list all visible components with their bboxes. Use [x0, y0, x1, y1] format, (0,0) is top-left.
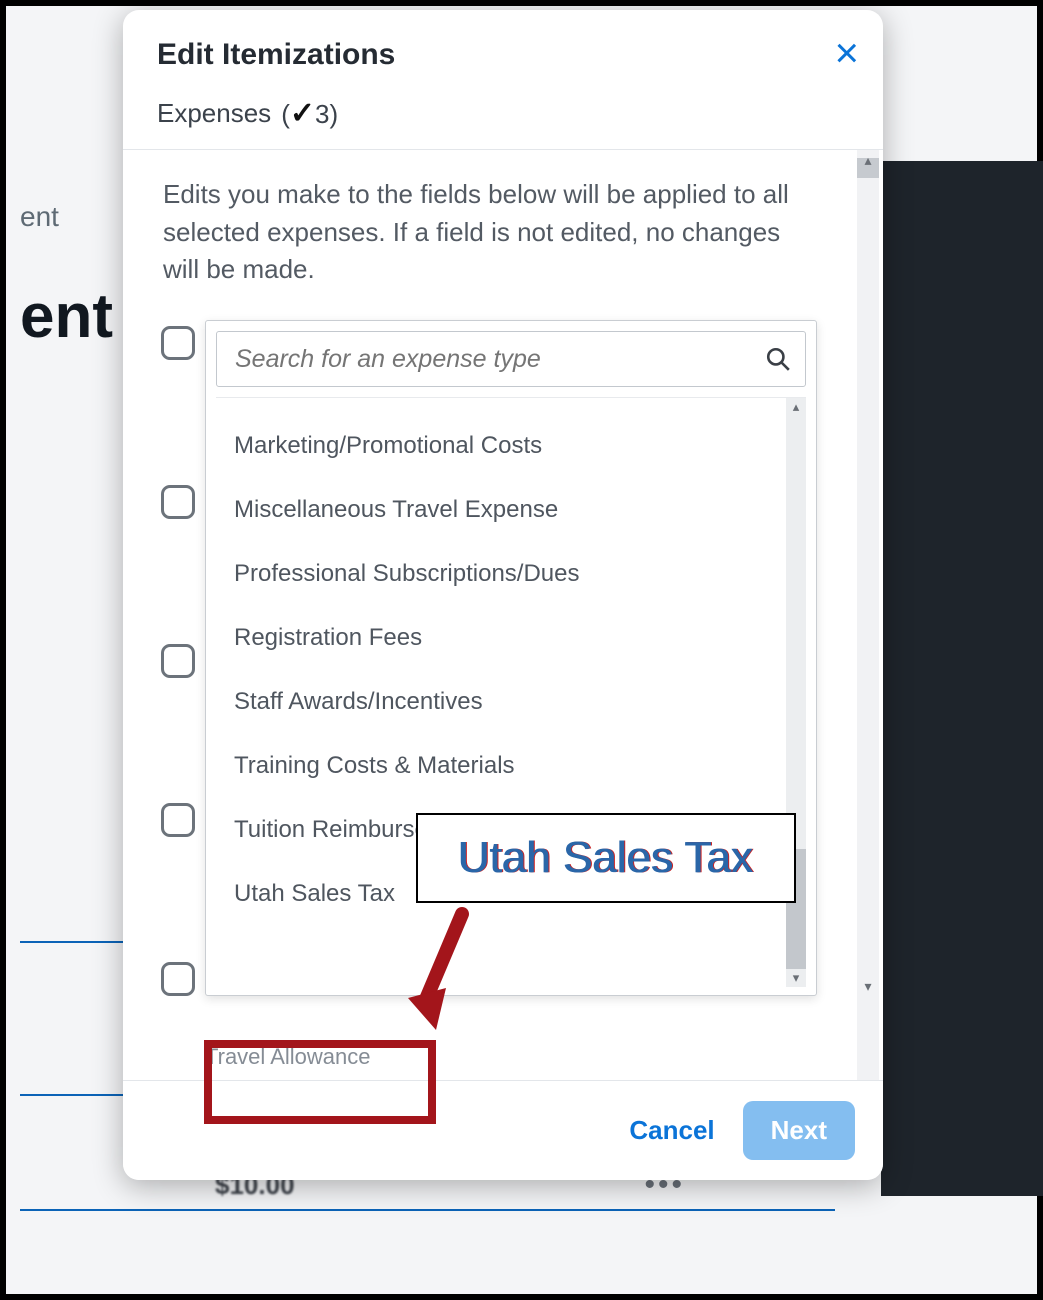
- background-breadcrumb-fragment: ent: [6, 201, 126, 233]
- scroll-up-icon[interactable]: ▴: [788, 399, 804, 415]
- row-checkbox[interactable]: [161, 803, 195, 837]
- cancel-button[interactable]: Cancel: [629, 1115, 714, 1146]
- expenses-tab[interactable]: Expenses (✓3): [123, 84, 883, 149]
- options-list: ▴ ▾ Marketing/Promotional Costs Miscella…: [216, 397, 806, 987]
- search-input[interactable]: [235, 345, 755, 374]
- close-icon[interactable]: ×: [834, 32, 859, 74]
- modal-title: Edit Itemizations: [157, 38, 849, 72]
- row-checkbox[interactable]: [161, 326, 195, 360]
- option-misc-travel[interactable]: Miscellaneous Travel Expense: [234, 478, 784, 542]
- option-training-costs[interactable]: Training Costs & Materials: [234, 734, 784, 798]
- modal-body: ▴ ▾ Edits you make to the fields below w…: [123, 150, 883, 1080]
- row-checkbox[interactable]: [161, 485, 195, 519]
- list-scrollbar-thumb[interactable]: [786, 849, 806, 969]
- tab-label: Expenses: [157, 98, 271, 129]
- background-rule: [20, 1094, 130, 1096]
- search-icon[interactable]: [765, 346, 791, 372]
- option-utah-sales-tax[interactable]: Utah Sales Tax: [234, 862, 784, 926]
- modal-header: Edit Itemizations: [123, 10, 883, 84]
- checkbox-column: [161, 326, 195, 996]
- next-button[interactable]: Next: [743, 1101, 855, 1160]
- stage: ent ent S $10.00 ••• t × Edit Itemizatio…: [0, 0, 1043, 1300]
- row-checkbox[interactable]: [161, 962, 195, 996]
- body-scrollbar-track[interactable]: [857, 150, 879, 1080]
- option-professional-subscriptions[interactable]: Professional Subscriptions/Dues: [234, 542, 784, 606]
- background-rule: [20, 941, 130, 943]
- tab-count: 3: [315, 99, 329, 129]
- option-marketing-promotional[interactable]: Marketing/Promotional Costs: [234, 414, 784, 478]
- options-container: Marketing/Promotional Costs Miscellaneou…: [216, 404, 784, 926]
- modal-footer: Cancel Next: [123, 1080, 883, 1180]
- helper-text: Edits you make to the fields below will …: [163, 176, 803, 289]
- option-registration-fees[interactable]: Registration Fees: [234, 606, 784, 670]
- background-dark-sidebar: [881, 161, 1043, 1196]
- edit-itemizations-modal: × Edit Itemizations Expenses (✓3) ▴ ▾ Ed…: [123, 10, 883, 1180]
- travel-allowance-label: Travel Allowance: [205, 1044, 370, 1070]
- option-tuition-reimbursement[interactable]: Tuition Reimbursement: [234, 798, 784, 862]
- scroll-down-icon[interactable]: ▾: [859, 978, 877, 992]
- tab-count-wrap: (✓3): [281, 96, 338, 131]
- scroll-up-icon[interactable]: ▴: [859, 152, 877, 166]
- search-field[interactable]: [216, 331, 806, 387]
- option-staff-awards[interactable]: Staff Awards/Incentives: [234, 670, 784, 734]
- row-checkbox[interactable]: [161, 644, 195, 678]
- expense-type-dropdown: ▴ ▾ Marketing/Promotional Costs Miscella…: [205, 320, 817, 996]
- checkmark-icon: ✓: [290, 96, 315, 131]
- scroll-down-icon[interactable]: ▾: [788, 970, 804, 986]
